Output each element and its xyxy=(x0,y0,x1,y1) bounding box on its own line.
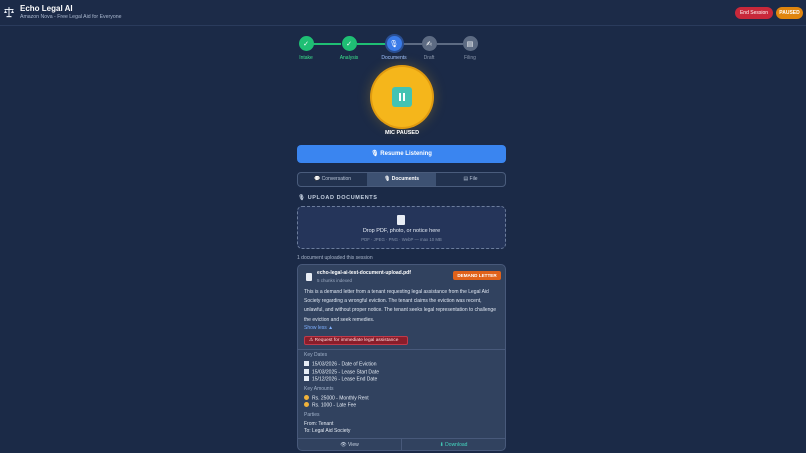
view-button[interactable]: 👁 View xyxy=(298,439,401,451)
upload-count: 1 document uploaded this session xyxy=(297,255,373,261)
chat-icon: 💬 xyxy=(313,176,322,182)
step-label: Intake xyxy=(299,55,313,61)
key-amount-item: Rs. 1000 - Late Fee xyxy=(304,402,356,409)
step-label: Draft xyxy=(423,55,435,61)
upload-section-title-text: UPLOAD DOCUMENTS xyxy=(307,195,378,201)
key-dates-title: Key Dates xyxy=(304,352,328,358)
party-item: To: Legal Aid Society xyxy=(304,428,351,434)
file-icon xyxy=(397,215,405,225)
show-less-link[interactable]: Show less ▲ xyxy=(304,325,333,331)
checkbox-icon xyxy=(304,369,309,374)
status-badge: PAUSED xyxy=(776,7,803,19)
eye-icon: 👁 xyxy=(340,442,348,448)
step-documents: 🎙 Documents xyxy=(374,36,414,61)
app-subtitle: Amazon Nova - Free Legal Aid for Everyon… xyxy=(20,14,122,20)
key-amounts-title: Key Amounts xyxy=(304,386,334,392)
key-amount-text: Rs. 1000 - Late Fee xyxy=(312,402,357,409)
document-file-name: echo-legal-ai-test-document-upload.pdf xyxy=(317,270,411,276)
tab-label: File xyxy=(469,176,478,182)
key-amount-item: Rs. 25000 - Monthly Rent xyxy=(304,395,369,402)
key-date-text: 15/03/2025 - Lease Start Date xyxy=(312,369,379,376)
step-draft: ✍ Draft xyxy=(409,36,449,61)
pause-icon xyxy=(392,87,412,107)
document-card: echo-legal-ai-test-document-upload.pdf 5… xyxy=(297,264,506,451)
parties-title: Parties xyxy=(304,412,320,418)
inbox-icon: ▤ xyxy=(462,36,478,51)
step-label: Documents xyxy=(381,55,407,61)
divider xyxy=(298,349,505,350)
microphone-icon: 🎙 xyxy=(298,195,308,201)
scales-of-justice-icon xyxy=(4,7,14,18)
step-analysis: ✓ Analysis xyxy=(329,36,369,61)
mic-status-label: MIC PAUSED xyxy=(384,130,420,136)
dropzone-hint: PDF · JPEG · PNG · WebP — max 10 MB xyxy=(361,237,442,242)
upload-dropzone[interactable]: Drop PDF, photo, or notice here PDF · JP… xyxy=(297,206,506,249)
tab-documents[interactable]: 🎙 Documents xyxy=(367,173,436,186)
key-date-item: 15/12/2026 - Lease End Date xyxy=(304,376,377,383)
download-label: Download xyxy=(445,442,468,448)
mic-toggle-button[interactable] xyxy=(372,67,432,127)
tab-file[interactable]: ▤ File xyxy=(436,173,505,186)
checkbox-icon xyxy=(304,361,309,366)
party-item: From: Tenant xyxy=(304,421,334,427)
resume-listening-button[interactable]: 🎙 Resume Listening xyxy=(297,145,506,163)
document-chunks: 5 chunks indexed xyxy=(317,278,353,283)
step-label: Analysis xyxy=(339,55,359,61)
key-date-item: 15/03/2025 - Lease Start Date xyxy=(304,369,379,376)
document-icon: 🎙 xyxy=(384,176,392,182)
tab-bar: 💬 Conversation 🎙 Documents ▤ File xyxy=(297,172,506,187)
key-date-text: 15/03/2026 - Date of Eviction xyxy=(312,361,377,368)
step-label: Filing xyxy=(464,55,476,61)
tab-label: Documents xyxy=(391,176,419,182)
document-actions: 👁 View ⬇ Download xyxy=(298,438,505,451)
resume-listening-label: Resume Listening xyxy=(380,151,432,157)
view-label: View xyxy=(348,442,359,448)
tab-conversation[interactable]: 💬 Conversation xyxy=(298,173,367,186)
key-date-text: 15/12/2026 - Lease End Date xyxy=(312,376,378,383)
microphone-icon: 🎙 xyxy=(371,151,381,157)
check-icon: ✓ xyxy=(298,36,314,51)
app-header: Echo Legal AI Amazon Nova - Free Legal A… xyxy=(0,0,806,26)
money-bag-icon xyxy=(304,402,309,407)
end-session-button[interactable]: End Session xyxy=(735,7,773,19)
tab-label: Conversation xyxy=(321,176,352,182)
microphone-icon: 🎙 xyxy=(386,36,402,51)
file-icon xyxy=(306,273,312,281)
upload-section-title: 🎙 UPLOAD DOCUMENTS xyxy=(298,195,378,201)
step-intake: ✓ Intake xyxy=(286,36,326,61)
key-amount-text: Rs. 25000 - Monthly Rent xyxy=(312,395,369,402)
urgent-alert: ⚠ Request for immediate legal assistance xyxy=(304,336,408,345)
urgent-alert-text: Request for immediate legal assistance xyxy=(314,338,399,343)
document-type-badge: DEMAND LETTER xyxy=(453,271,501,280)
app-title: Echo Legal AI xyxy=(20,4,73,13)
pen-icon: ✍ xyxy=(421,36,437,51)
money-bag-icon xyxy=(304,395,309,400)
download-button[interactable]: ⬇ Download xyxy=(401,439,505,451)
key-date-item: 15/03/2026 - Date of Eviction xyxy=(304,361,377,368)
step-filing: ▤ Filing xyxy=(450,36,490,61)
check-icon: ✓ xyxy=(341,36,357,51)
checkbox-icon xyxy=(304,376,309,381)
document-summary: This is a demand letter from a tenant re… xyxy=(304,289,496,323)
dropzone-title: Drop PDF, photo, or notice here xyxy=(362,228,441,234)
